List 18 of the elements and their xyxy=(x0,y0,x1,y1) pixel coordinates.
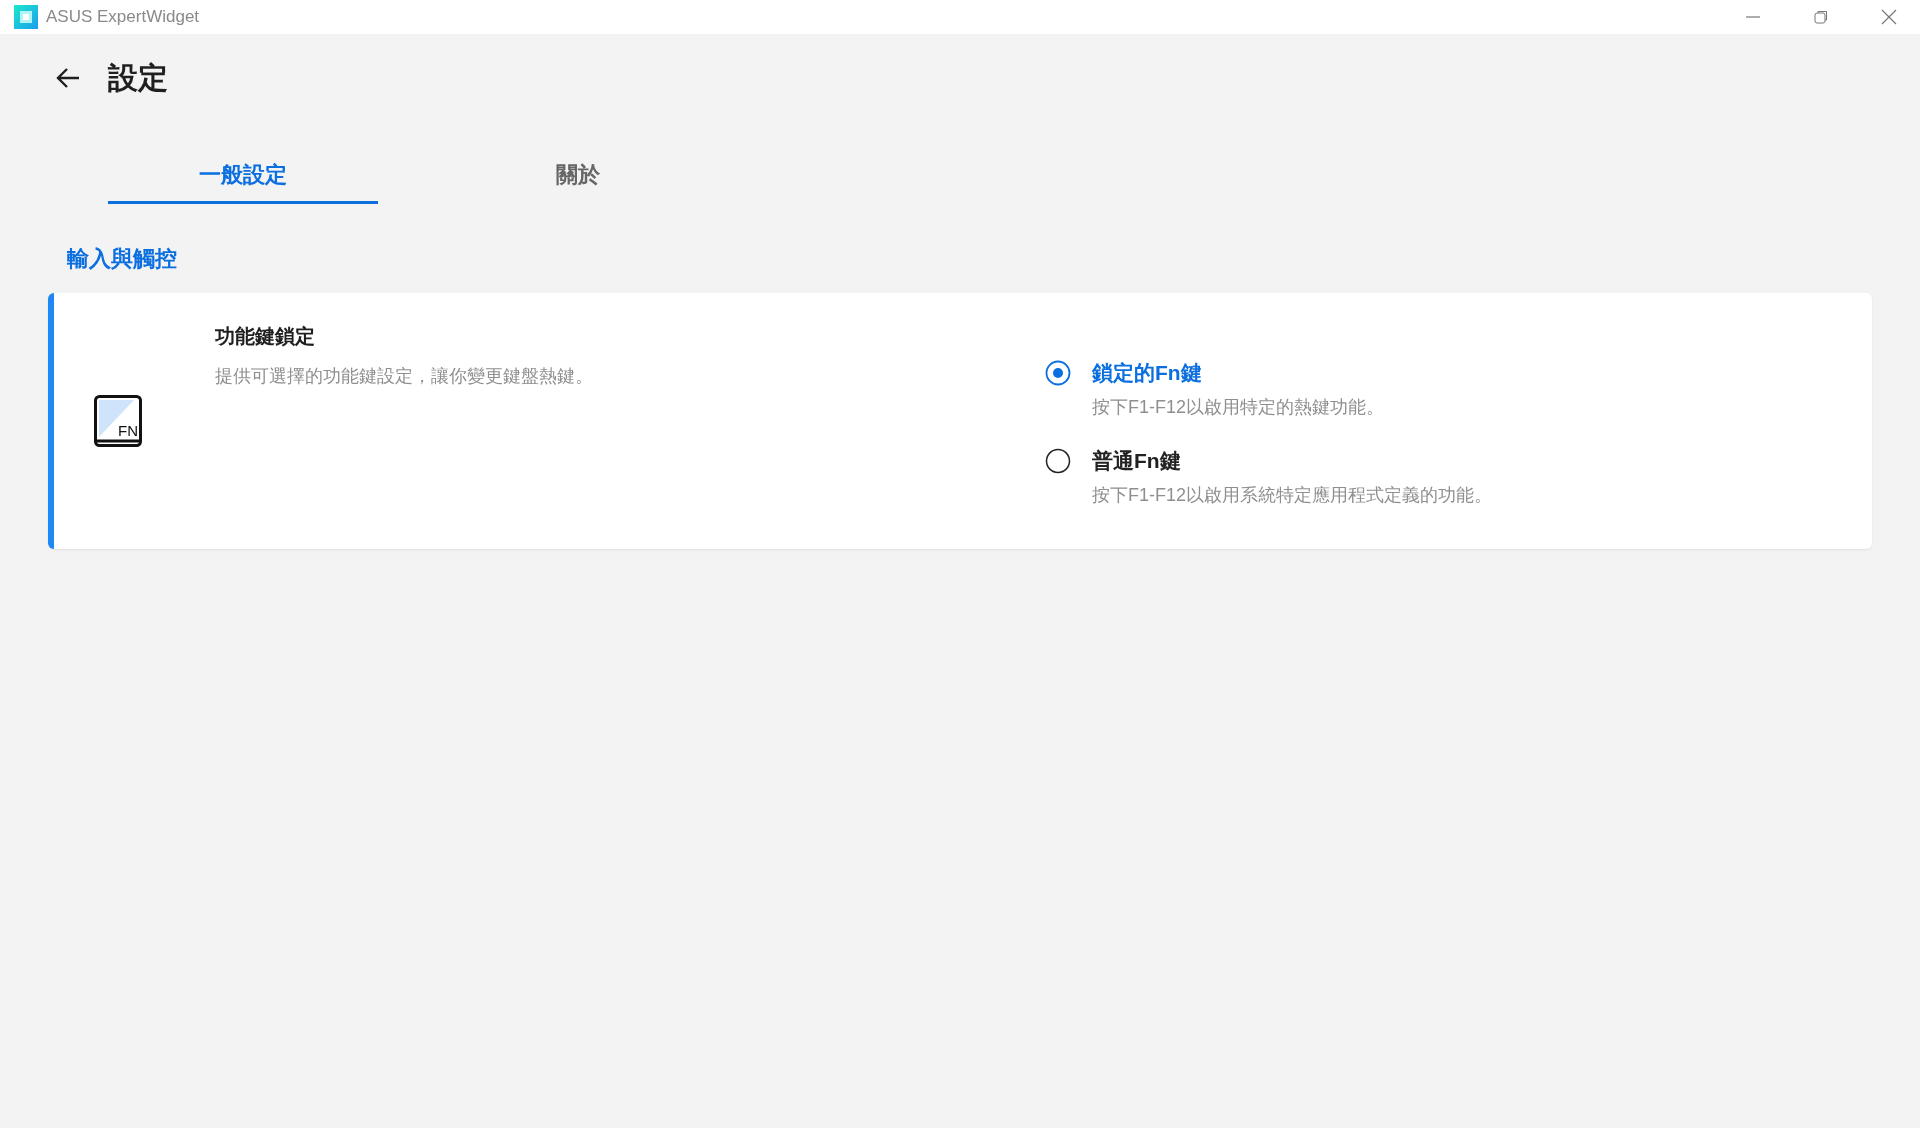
page-title: 設定 xyxy=(108,59,168,96)
section-heading: 輸入與觸控 xyxy=(67,245,177,273)
option-description: 按下F1-F12以啟用系統特定應用程式定義的功能。 xyxy=(1092,484,1493,507)
radio-button[interactable] xyxy=(1045,360,1071,386)
window-title: ASUS ExpertWidget xyxy=(46,7,200,27)
option-label: 鎖定的Fn鍵 xyxy=(1092,360,1203,386)
option-label: 普通Fn鍵 xyxy=(1092,448,1182,474)
fn-key-icon: FN xyxy=(94,395,142,447)
restore-icon xyxy=(1813,9,1829,25)
app-logo-icon xyxy=(14,5,38,29)
tab[interactable]: 一般設定 xyxy=(108,154,378,204)
radio-button[interactable] xyxy=(1045,448,1071,474)
setting-description: 提供可選擇的功能鍵設定，讓你變更鍵盤熱鍵。 xyxy=(215,365,593,388)
setting-title: 功能鍵鎖定 xyxy=(215,324,315,349)
close-icon xyxy=(1881,9,1897,25)
option-description: 按下F1-F12以啟用特定的熱鍵功能。 xyxy=(1092,396,1386,419)
tab[interactable]: 關於 xyxy=(468,154,688,204)
minimize-icon xyxy=(1746,16,1760,18)
